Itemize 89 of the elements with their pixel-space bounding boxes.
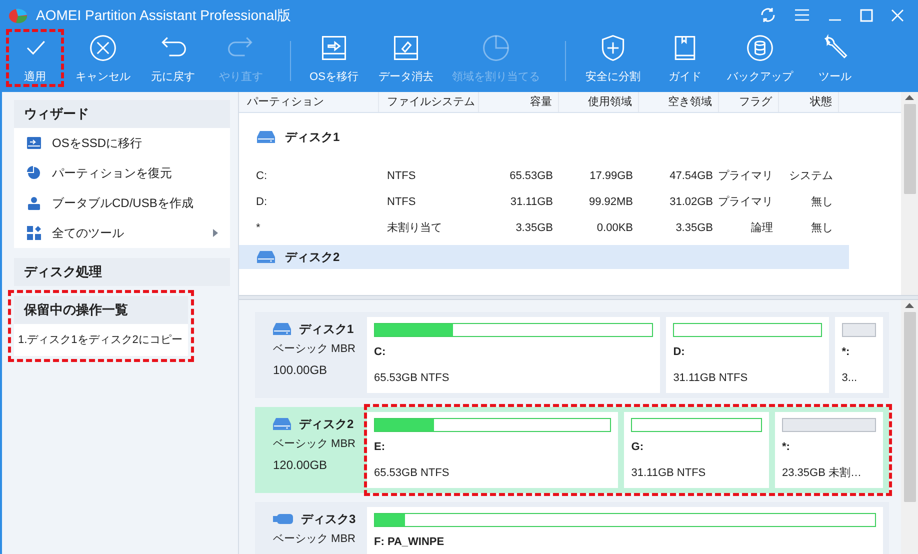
app-logo-icon xyxy=(8,6,28,24)
scroll-thumb[interactable] xyxy=(904,104,916,194)
sidebar-item[interactable]: ブータブルCD/USBを作成 xyxy=(14,188,230,218)
usb-drive-icon xyxy=(273,513,293,525)
partition-card[interactable]: E: 65.53GB NTFS xyxy=(367,412,618,488)
table-cell-text: * xyxy=(255,220,260,236)
disk-row[interactable]: ディスク1 ベーシック MBR 100.00GB C: 65.53GB NTFS D: 31.11GB NTFS *: 3... xyxy=(255,312,889,398)
table-cell-text: NTFS xyxy=(386,168,416,184)
partition-info: 31.11GB NTFS xyxy=(673,370,749,386)
disk-name: ディスク2 xyxy=(299,416,354,433)
disk-type: ベーシック MBR xyxy=(273,437,356,452)
column-header[interactable]: パーティション xyxy=(247,94,324,110)
partition-card[interactable]: C: 65.53GB NTFS xyxy=(367,317,660,393)
person-drive-icon xyxy=(26,195,42,211)
pie-chart-icon xyxy=(26,165,42,181)
submenu-arrow-icon xyxy=(213,229,218,237)
sidebar-item[interactable]: パーティションを復元 xyxy=(14,158,230,188)
database-icon xyxy=(745,32,775,62)
disk-name: ディスク1 xyxy=(299,321,354,338)
cancel-icon xyxy=(88,32,118,62)
table-cell-text: 3.35GB xyxy=(516,220,554,236)
disk-type: ベーシック MBR xyxy=(273,532,356,547)
table-cell-text: 0.00KB xyxy=(596,220,634,236)
disk-row[interactable]: ディスク3 ベーシック MBR F: PA_WINPE xyxy=(255,502,889,554)
partition-info: 65.53GB NTFS xyxy=(374,370,450,386)
close-icon[interactable] xyxy=(891,8,904,22)
disk-type: ベーシック MBR xyxy=(273,342,356,357)
column-header[interactable]: 空き領域 xyxy=(668,94,712,110)
window-title: AOMEI Partition Assistant Professional版 xyxy=(36,6,292,24)
scroll-up-icon[interactable] xyxy=(905,302,914,308)
table-cell-text: 31.11GB xyxy=(510,194,554,210)
scrollbar[interactable] xyxy=(901,300,918,554)
table-cell-text: 99.92MB xyxy=(588,194,634,210)
column-header[interactable]: 状態 xyxy=(810,94,832,110)
partition-card[interactable]: *: 3... xyxy=(834,317,883,393)
partition-card[interactable]: D: 31.11GB NTFS xyxy=(666,317,829,393)
table-cell-text: 65.53GB xyxy=(510,168,554,184)
scrollbar[interactable] xyxy=(901,92,918,295)
column-header[interactable]: 使用領域 xyxy=(588,94,632,110)
table-cell-text: 17.99GB xyxy=(590,168,634,184)
partition-info: 23.35GB 未割… xyxy=(782,466,862,480)
partition-label: D: xyxy=(673,345,686,360)
refresh-icon[interactable] xyxy=(760,7,776,23)
partition-label: E: xyxy=(374,440,386,455)
partition-label: F: PA_WINPE xyxy=(374,535,446,550)
table-cell-text: C: xyxy=(255,168,267,184)
disk-header-row[interactable]: ディスク2 xyxy=(239,245,849,269)
table-cell-text: システム xyxy=(789,168,834,184)
drive-icon xyxy=(26,135,42,151)
partition-info: 31.11GB NTFS xyxy=(631,466,707,480)
scroll-thumb[interactable] xyxy=(904,312,916,502)
partition-label: G: xyxy=(631,440,644,455)
table-cell-text: 論理 xyxy=(751,220,774,236)
partition-label: C: xyxy=(374,345,387,360)
sidebar-item[interactable]: OSをSSDに移行 xyxy=(14,128,230,158)
table-cell-text: 無し xyxy=(811,220,834,236)
partition-card[interactable]: G: 31.11GB NTFS xyxy=(624,412,769,488)
table-cell-text: プライマリ xyxy=(718,168,774,184)
partition-info: 65.53GB NTFS xyxy=(374,466,450,480)
table-cell-text: D: xyxy=(255,194,267,210)
disk-size: 120.00GB xyxy=(273,456,328,474)
disk-name: ディスク3 xyxy=(301,511,356,528)
section-header[interactable]: ウィザード xyxy=(14,100,230,128)
column-header[interactable]: フラグ xyxy=(739,94,772,110)
sidebar-item[interactable]: 全てのツール xyxy=(14,218,230,248)
partition-label: *: xyxy=(842,345,851,360)
table-cell-text: 未割り当て xyxy=(386,220,442,236)
partition-info: 3... xyxy=(842,370,858,386)
column-header[interactable]: 容量 xyxy=(530,94,552,110)
table-cell-text: 無し xyxy=(811,194,834,210)
partition-card[interactable]: F: PA_WINPE xyxy=(367,507,883,554)
column-header[interactable]: ファイルシステム xyxy=(387,94,475,110)
partition-card[interactable]: *: 23.35GB 未割… xyxy=(774,412,883,488)
table-cell-text: プライマリ xyxy=(718,194,774,210)
pie-chart-icon xyxy=(481,32,511,62)
maximize-icon[interactable] xyxy=(860,8,873,22)
tiles-icon xyxy=(26,225,42,241)
menu-icon[interactable] xyxy=(794,8,810,22)
section-header[interactable]: 保留中の操作一覧 xyxy=(14,296,188,324)
partition-label: *: xyxy=(782,440,791,455)
scroll-up-icon[interactable] xyxy=(905,94,914,100)
table-cell-text: NTFS xyxy=(386,194,416,210)
table-cell-text: 3.35GB xyxy=(676,220,714,236)
table-cell-text: 47.54GB xyxy=(670,168,714,184)
disk-size: 100.00GB xyxy=(273,362,328,378)
sidebar-item[interactable]: 1.ディスク1をディスク2にコピー xyxy=(14,324,188,356)
table-cell-text: 31.02GB xyxy=(670,194,714,210)
section-header[interactable]: ディスク処理 xyxy=(14,258,230,286)
disk-row[interactable]: ディスク2 ベーシック MBR 120.00GB E: 65.53GB NTFS G: 31.11GB NTFS *: 23.35GB 未割… xyxy=(255,407,889,493)
